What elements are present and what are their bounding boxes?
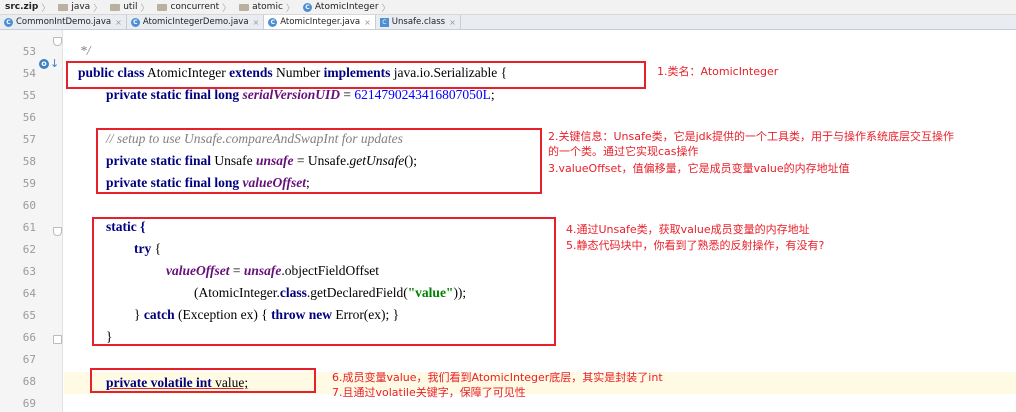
field-name: serialVersionUID bbox=[242, 87, 341, 102]
line-number: 53 bbox=[22, 45, 36, 58]
line-number: 65 bbox=[22, 309, 36, 322]
tab-atomicinteger[interactable]: C AtomicInteger.java × bbox=[264, 15, 376, 29]
breadcrumb: src.zip 〉 java 〉 util 〉 concurrent 〉 atomic 〉… bbox=[0, 0, 1016, 15]
annotation-box-unsafe bbox=[96, 128, 542, 194]
line-number: 66 bbox=[22, 331, 36, 344]
class-icon: C bbox=[302, 2, 312, 12]
fold-marker[interactable] bbox=[53, 227, 62, 236]
number-literal: 6214790243416807050L bbox=[354, 87, 491, 102]
editor-tabs: C CommonIntDemo.java × C AtomicIntegerDemo.… bbox=[0, 15, 1016, 30]
line-number: 57 bbox=[22, 133, 36, 146]
annotation-note-2a: 2.关键信息：Unsafe类，它是jdk提供的一个工具类，用于与操作系统底层交互… bbox=[548, 130, 955, 143]
arrow-down-icon: ↓ bbox=[50, 57, 60, 70]
line-number: 69 bbox=[22, 397, 36, 410]
tab-commonintdemo[interactable]: C CommonIntDemo.java × bbox=[0, 15, 127, 29]
breadcrumb-java[interactable]: java 〉 bbox=[53, 0, 105, 14]
annotation-note-2b: 的一个类。通过它实现cas操作 bbox=[548, 145, 699, 158]
class-icon: C bbox=[4, 17, 13, 27]
line-number: 68 bbox=[22, 375, 36, 388]
close-icon[interactable]: × bbox=[115, 18, 122, 27]
line-number: 67 bbox=[22, 353, 36, 366]
line-number: 59 bbox=[22, 177, 36, 190]
close-icon[interactable]: × bbox=[364, 18, 371, 27]
annotation-note-4: 4.通过Unsafe类，获取value成员变量的内存地址 bbox=[566, 223, 810, 236]
annotation-box-static-block bbox=[92, 217, 556, 346]
folder-icon bbox=[157, 3, 168, 11]
code-line-53: */ bbox=[80, 43, 91, 58]
line-number: 54 bbox=[22, 67, 36, 80]
breadcrumb-src-zip[interactable]: src.zip 〉 bbox=[0, 0, 53, 14]
breadcrumb-atomic[interactable]: atomic 〉 bbox=[234, 0, 298, 14]
fold-marker[interactable] bbox=[53, 335, 62, 344]
annotation-box-value bbox=[90, 368, 316, 393]
close-icon[interactable]: × bbox=[449, 18, 456, 27]
annotation-note-3: 3.valueOffset，值偏移量，它是成员变量value的内存地址值 bbox=[548, 162, 850, 175]
line-number: 64 bbox=[22, 287, 36, 300]
annotation-note-6: 6.成员变量value，我们看到AtomicInteger底层，其实是封装了in… bbox=[332, 371, 663, 384]
breadcrumb-atomicinteger[interactable]: C AtomicInteger 〉 bbox=[298, 0, 394, 14]
implements-marker-icon[interactable]: o bbox=[39, 59, 49, 69]
class-icon: C bbox=[130, 17, 140, 27]
tab-atomicintegerdemo[interactable]: C AtomicIntegerDemo.java × bbox=[127, 15, 265, 29]
breadcrumb-util[interactable]: util 〉 bbox=[105, 0, 152, 14]
breadcrumb-concurrent[interactable]: concurrent 〉 bbox=[152, 0, 234, 14]
code-text: = bbox=[340, 87, 355, 102]
keyword: private static final long bbox=[106, 87, 240, 102]
close-icon[interactable]: × bbox=[253, 18, 260, 27]
line-number: 60 bbox=[22, 199, 36, 212]
annotation-box-class-name bbox=[66, 61, 646, 89]
line-number: 62 bbox=[22, 243, 36, 256]
class-icon: C bbox=[268, 17, 278, 27]
annotation-note-5: 5.静态代码块中，你看到了熟悉的反射操作，有没有? bbox=[566, 239, 825, 252]
annotation-note-7: 7.且通过volatile关键字，保障了可见性 bbox=[332, 386, 526, 399]
folder-icon bbox=[110, 3, 121, 11]
folder-icon bbox=[239, 3, 250, 11]
tab-unsafe-class[interactable]: C Unsafe.class × bbox=[376, 15, 461, 29]
class-file-icon: C bbox=[379, 17, 389, 27]
fold-marker[interactable] bbox=[53, 37, 62, 46]
line-number: 58 bbox=[22, 155, 36, 168]
line-number: 55 bbox=[22, 89, 36, 102]
folder-icon bbox=[58, 3, 69, 11]
line-number: 63 bbox=[22, 265, 36, 278]
line-number: 61 bbox=[22, 221, 36, 234]
annotation-note-1: 1.类名：AtomicInteger bbox=[657, 65, 779, 78]
code-text: ; bbox=[490, 87, 495, 102]
line-number: 56 bbox=[22, 111, 36, 124]
